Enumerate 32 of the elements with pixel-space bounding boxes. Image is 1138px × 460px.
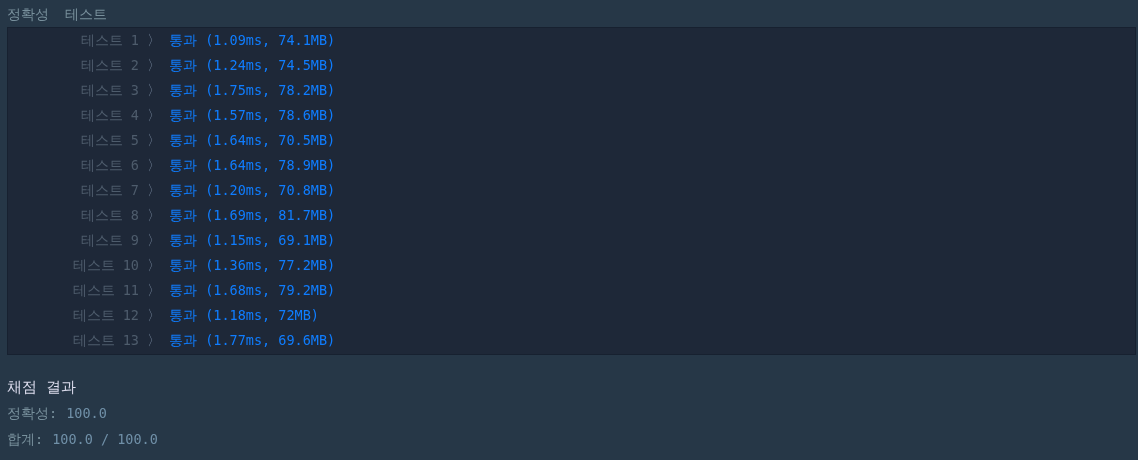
summary-value: 100.0 / 100.0 [52,430,158,449]
chevron-icon: 〉 [139,105,169,126]
test-result: 통과 (1.24ms, 74.5MB) [169,56,336,76]
chevron-icon: 〉 [139,55,169,76]
summary-label: 정확성: [7,404,58,423]
test-result: 통과 (1.75ms, 78.2MB) [169,81,336,101]
summary-value: 100.0 [66,404,107,423]
chevron-icon: 〉 [139,330,169,351]
chevron-icon: 〉 [139,180,169,201]
chevron-icon: 〉 [139,130,169,151]
test-result: 통과 (1.64ms, 78.9MB) [169,156,336,176]
section-heading: 정확성 테스트 [6,5,109,24]
chevron-icon: 〉 [139,305,169,326]
chevron-icon: 〉 [139,155,169,176]
chevron-icon: 〉 [139,280,169,301]
test-result: 통과 (1.09ms, 74.1MB) [169,31,336,51]
chevron-icon: 〉 [139,230,169,251]
test-result: 통과 (1.69ms, 81.7MB) [169,206,336,226]
test-result: 통과 (1.18ms, 72MB) [169,306,319,326]
chevron-icon: 〉 [139,255,169,276]
test-result: 통과 (1.36ms, 77.2MB) [169,256,336,276]
summary-label: 합계: [7,430,44,449]
test-result: 통과 (1.68ms, 79.2MB) [169,281,336,301]
test-result: 통과 (1.20ms, 70.8MB) [169,181,336,201]
chevron-icon: 〉 [139,80,169,101]
test-result: 통과 (1.64ms, 70.5MB) [169,131,336,151]
test-result: 통과 (1.15ms, 69.1MB) [169,231,336,251]
summary-title: 채점 결과 [7,378,77,397]
test-result: 통과 (1.77ms, 69.6MB) [169,331,336,351]
test-result: 통과 (1.57ms, 78.6MB) [169,106,336,126]
chevron-icon: 〉 [139,30,169,51]
chevron-icon: 〉 [139,205,169,226]
